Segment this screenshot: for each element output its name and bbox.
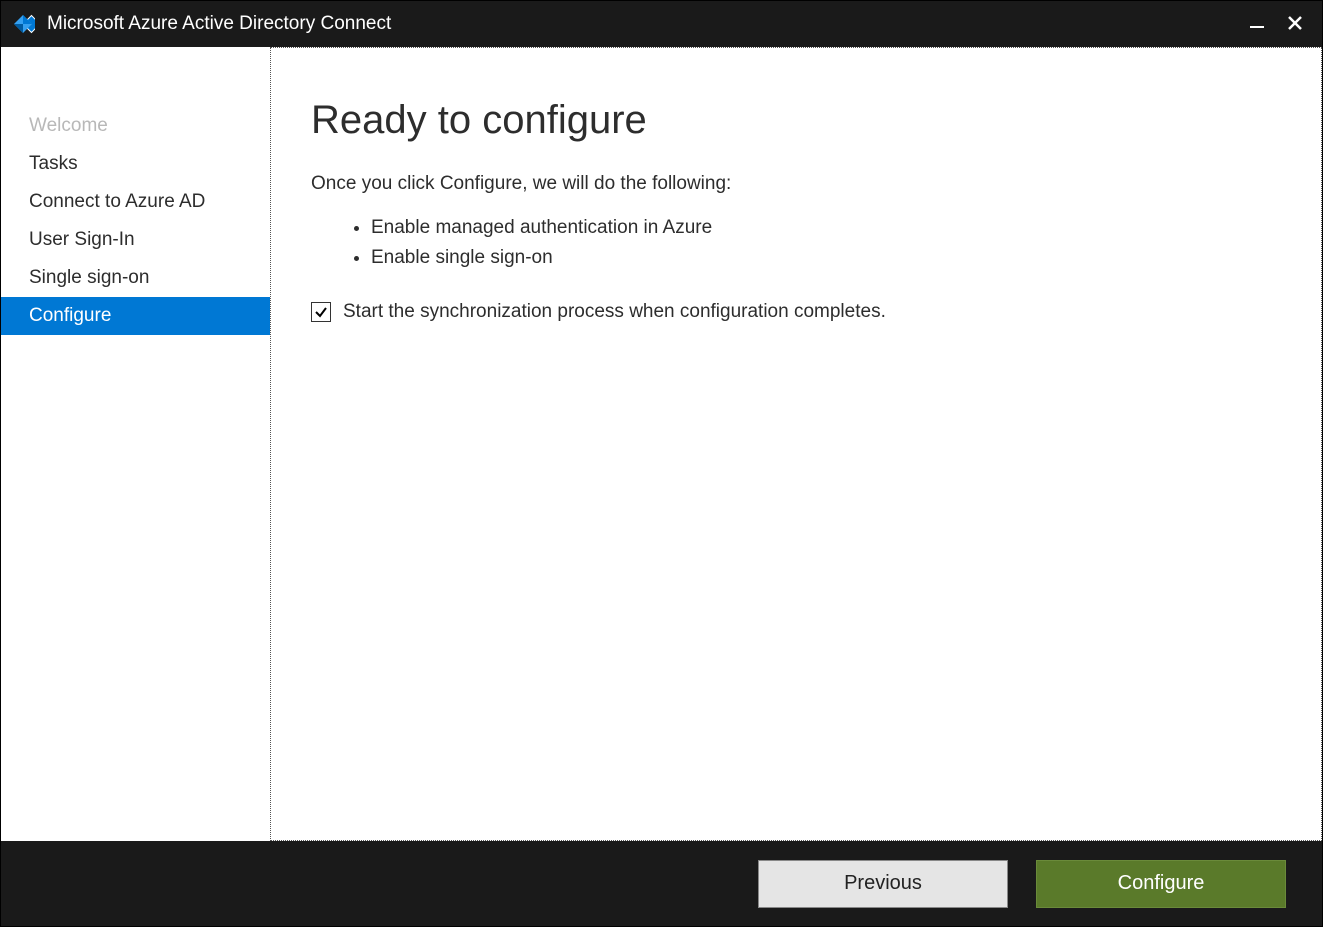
window-controls [1250, 14, 1312, 35]
sidebar: Welcome Tasks Connect to Azure AD User S… [1, 47, 271, 841]
minimize-button[interactable] [1250, 14, 1264, 35]
sync-checkbox[interactable] [311, 302, 331, 322]
nav-single-signon[interactable]: Single sign-on [1, 259, 270, 297]
body: Welcome Tasks Connect to Azure AD User S… [1, 47, 1322, 841]
configure-button[interactable]: Configure [1036, 860, 1286, 908]
actions-list: Enable managed authentication in Azure E… [311, 213, 1281, 273]
sync-checkbox-label: Start the synchronization process when c… [343, 301, 886, 323]
nav-configure[interactable]: Configure [1, 297, 270, 335]
action-item: Enable managed authentication in Azure [371, 213, 1281, 243]
app-window: Microsoft Azure Active Directory Connect… [0, 0, 1323, 927]
footer: Previous Configure [1, 841, 1322, 926]
nav-connect-azure-ad[interactable]: Connect to Azure AD [1, 183, 270, 221]
close-button[interactable] [1288, 14, 1302, 35]
nav-user-signin[interactable]: User Sign-In [1, 221, 270, 259]
intro-text: Once you click Configure, we will do the… [311, 173, 1281, 195]
main-content: Ready to configure Once you click Config… [271, 47, 1322, 841]
window-title: Microsoft Azure Active Directory Connect [47, 13, 1250, 35]
titlebar: Microsoft Azure Active Directory Connect [1, 1, 1322, 47]
azure-logo-icon [11, 12, 35, 36]
nav-welcome[interactable]: Welcome [1, 107, 270, 145]
action-item: Enable single sign-on [371, 243, 1281, 273]
sync-checkbox-row: Start the synchronization process when c… [311, 301, 1281, 323]
nav-tasks[interactable]: Tasks [1, 145, 270, 183]
previous-button[interactable]: Previous [758, 860, 1008, 908]
page-heading: Ready to configure [311, 98, 1281, 143]
